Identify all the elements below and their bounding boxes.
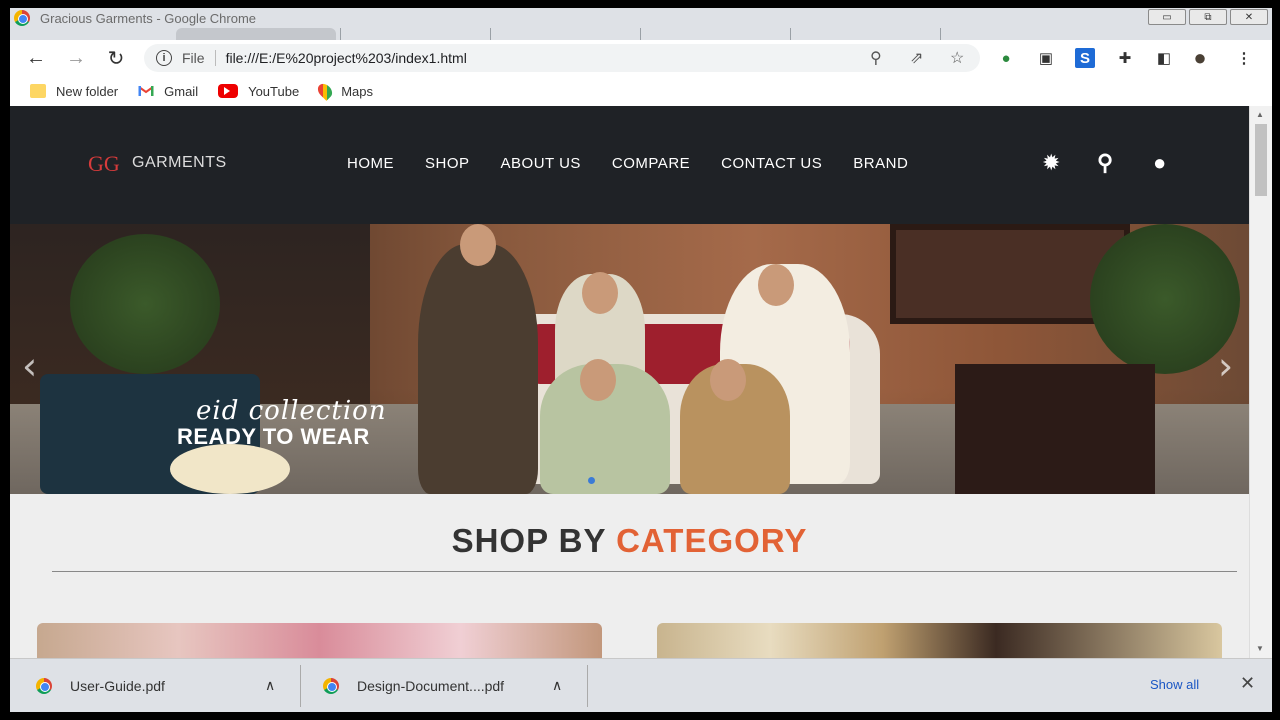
share-icon[interactable]: ⇗ xyxy=(910,48,923,68)
puzzle-icon[interactable]: ✚ xyxy=(1115,48,1135,68)
close-window-button[interactable]: ✕ xyxy=(1230,9,1268,25)
divider xyxy=(587,665,588,707)
bookmark-youtube[interactable]: YouTube xyxy=(218,84,299,99)
model-figure xyxy=(418,244,538,494)
carousel-indicator[interactable] xyxy=(588,477,595,484)
download-item[interactable]: User-Guide.pdf xyxy=(36,659,165,712)
category-card[interactable] xyxy=(657,623,1222,658)
restore-button[interactable]: ⧉ xyxy=(1189,9,1227,25)
browser-toolbar: ← → ↻ i File file:///E:/E%20project%203/… xyxy=(10,40,1272,76)
menu-item-brand[interactable]: BRAND xyxy=(853,155,908,172)
side-table-decor xyxy=(955,364,1155,494)
bookmark-gmail[interactable]: Gmail xyxy=(138,84,198,99)
scroll-up-icon[interactable]: ▲ xyxy=(1256,110,1264,119)
title-bar: Gracious Garments - Google Chrome ▭ ⧉ ✕ xyxy=(10,8,1272,28)
logo-mark[interactable]: GG xyxy=(88,151,120,177)
carousel-next-icon[interactable]: › xyxy=(1218,344,1233,388)
hero-headline: READY TO WEAR xyxy=(177,424,370,449)
forward-icon[interactable]: → xyxy=(62,44,90,72)
menu-item-about-us[interactable]: ABOUT US xyxy=(501,155,581,172)
download-filename: User-Guide.pdf xyxy=(70,678,165,694)
scroll-down-icon[interactable]: ▼ xyxy=(1256,644,1264,653)
download-menu-chevron-icon[interactable]: ∧ xyxy=(265,677,275,694)
menu-kebab-icon[interactable]: ⋮ xyxy=(1234,48,1254,68)
divider xyxy=(300,665,301,707)
address-bar[interactable]: i File file:///E:/E%20project%203/index1… xyxy=(144,44,980,72)
plant-decor xyxy=(70,234,220,374)
bookmark-label: New folder xyxy=(56,83,119,99)
chrome-logo-icon xyxy=(14,10,30,26)
tab-active[interactable] xyxy=(176,28,336,40)
youtube-icon xyxy=(218,84,239,98)
menu-item-compare[interactable]: COMPARE xyxy=(612,155,690,172)
settings-icon[interactable]: ✹ xyxy=(1042,150,1060,176)
bookmark-maps[interactable]: Maps xyxy=(315,81,373,101)
page-viewport: GG GARMENTS HOME SHOP ABOUT US COMPARE C… xyxy=(10,106,1249,658)
chrome-file-icon xyxy=(36,678,52,694)
flowers-decor xyxy=(170,444,290,494)
tab[interactable] xyxy=(790,28,940,40)
scrollbar-thumb[interactable] xyxy=(1255,124,1267,196)
site-info-icon[interactable]: i xyxy=(156,50,172,66)
bookmark-star-icon[interactable]: ☆ xyxy=(950,48,964,68)
bookmarks-bar: New folder Gmail YouTube Maps xyxy=(10,76,1272,106)
user-icon[interactable]: ● xyxy=(1153,150,1166,176)
tab-strip xyxy=(10,28,1272,40)
download-menu-chevron-icon[interactable]: ∧ xyxy=(552,677,562,694)
window-title: Gracious Garments - Google Chrome xyxy=(40,10,257,26)
maps-icon xyxy=(315,81,336,101)
s-extension-icon[interactable]: S xyxy=(1075,48,1095,68)
site-navbar: GG GARMENTS HOME SHOP ABOUT US COMPARE C… xyxy=(10,106,1249,224)
sidebar-icon[interactable]: ◧ xyxy=(1154,48,1174,68)
back-icon[interactable]: ← xyxy=(22,44,50,72)
model-head xyxy=(460,224,496,266)
bookmark-label: Maps xyxy=(341,83,373,99)
section-title: SHOP BY CATEGORY xyxy=(10,522,1249,560)
hero-script-text: eid collection xyxy=(196,396,387,426)
show-all-button[interactable]: Show all xyxy=(1150,677,1199,692)
menu-item-home[interactable]: HOME xyxy=(347,155,394,172)
tab[interactable] xyxy=(940,28,1090,40)
bookmark-new-folder[interactable]: New folder xyxy=(30,84,118,99)
download-item[interactable]: Design-Document....pdf xyxy=(323,659,504,712)
file-scheme-label: File xyxy=(182,50,216,66)
download-filename: Design-Document....pdf xyxy=(357,678,505,694)
page-scrollbar[interactable]: ▲ ▼ xyxy=(1249,106,1272,658)
tab[interactable] xyxy=(340,28,490,40)
section-title-accent: CATEGORY xyxy=(616,522,808,559)
main-menu: HOME SHOP ABOUT US COMPARE CONTACT US BR… xyxy=(347,155,908,172)
downloads-bar: User-Guide.pdf ∧ Design-Document....pdf … xyxy=(10,658,1272,712)
browser-window: Gracious Garments - Google Chrome ▭ ⧉ ✕ … xyxy=(10,8,1272,712)
bookmark-label: Gmail xyxy=(164,83,199,99)
menu-item-shop[interactable]: SHOP xyxy=(425,155,470,172)
model-head xyxy=(710,359,746,401)
url-text[interactable]: file:///E:/E%20project%203/index1.html xyxy=(226,50,467,66)
avatar[interactable]: ● xyxy=(1190,45,1210,70)
model-head xyxy=(582,272,618,314)
zoom-icon[interactable]: ⚲ xyxy=(870,48,882,68)
carousel-prev-icon[interactable]: ‹ xyxy=(22,344,37,388)
minimize-button[interactable]: ▭ xyxy=(1148,9,1186,25)
hero-carousel[interactable]: eid collection READY TO WEAR ‹ › xyxy=(10,224,1249,494)
bookmark-label: YouTube xyxy=(248,83,300,99)
globe-icon[interactable]: ● xyxy=(996,48,1016,68)
gmail-icon xyxy=(138,86,154,96)
close-downloads-icon[interactable]: ✕ xyxy=(1240,673,1255,694)
chrome-file-icon xyxy=(323,678,339,694)
image-icon[interactable]: ▣ xyxy=(1036,48,1056,68)
search-icon[interactable]: ⚲ xyxy=(1097,150,1113,176)
menu-item-contact-us[interactable]: CONTACT US xyxy=(721,155,822,172)
logo-text[interactable]: GARMENTS xyxy=(132,154,227,172)
reload-icon[interactable]: ↻ xyxy=(102,44,130,72)
model-head xyxy=(580,359,616,401)
model-head xyxy=(758,264,794,306)
category-card[interactable] xyxy=(37,623,602,658)
section-title-main: SHOP BY xyxy=(451,522,617,559)
section-divider xyxy=(52,571,1237,572)
folder-icon xyxy=(30,84,46,98)
tab[interactable] xyxy=(640,28,790,40)
tab[interactable] xyxy=(490,28,640,40)
